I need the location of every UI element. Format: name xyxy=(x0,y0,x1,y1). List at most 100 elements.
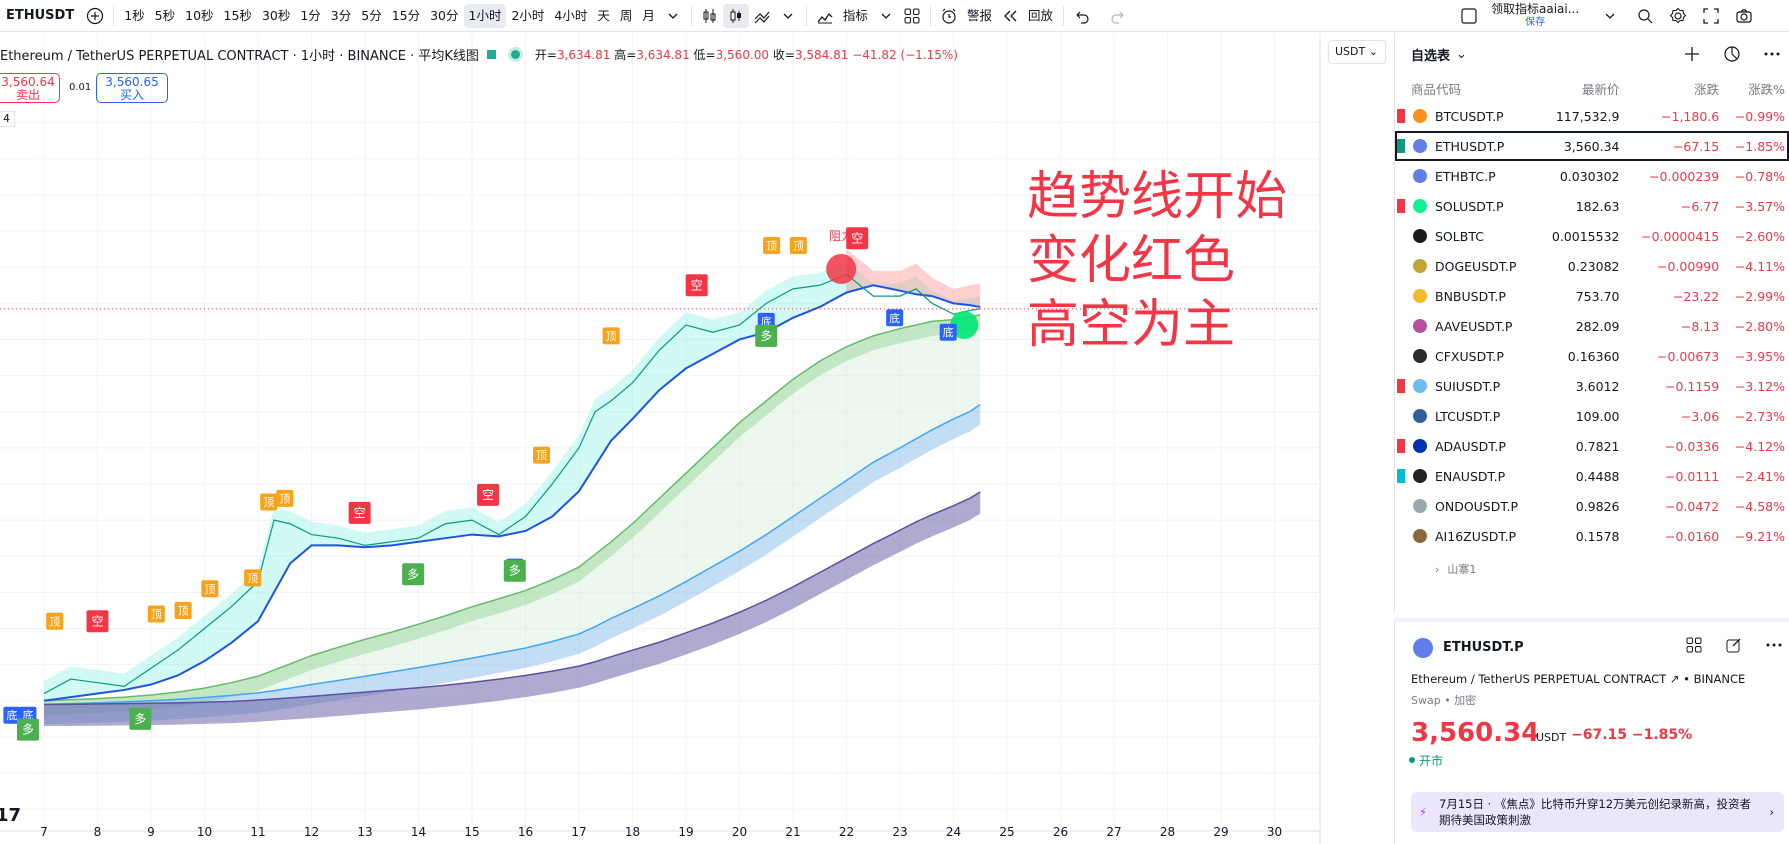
interval-button[interactable]: 5秒 xyxy=(150,4,180,28)
price-chart[interactable]: 阻力顶空顶顶顶顶顶顶空空顶顶空顶顶空底底多多多底多底多底底4,100.004,0… xyxy=(0,33,1323,844)
news-banner[interactable]: ⚡ 7月15日 · 《焦点》比特币升穿12万美元创纪录新高，投资者期待美国政策刺… xyxy=(1411,792,1784,832)
signal-marker-long[interactable]: 多 xyxy=(755,324,778,347)
chevron-right-icon[interactable]: › xyxy=(1435,563,1439,576)
signal-marker-top[interactable]: 顶 xyxy=(260,493,278,511)
interval-button[interactable]: 1秒 xyxy=(119,4,149,28)
signal-marker-short[interactable]: 空 xyxy=(348,501,371,524)
watchlist-row[interactable]: ONDOUSDT.P 0.9826 −0.0472 −4.58% xyxy=(1395,491,1789,521)
interval-button[interactable]: 10秒 xyxy=(180,4,218,28)
watchlist-row[interactable]: ETHUSDT.P 3,560.34 −67.15 −1.85% xyxy=(1395,131,1789,161)
indicators-icon[interactable] xyxy=(812,4,838,28)
signal-marker-top[interactable]: 顶 xyxy=(276,489,294,507)
signal-marker-top[interactable]: 顶 xyxy=(533,446,551,464)
replay-icon[interactable] xyxy=(997,4,1023,28)
fullscreen-icon[interactable] xyxy=(1698,4,1724,28)
sell-button[interactable]: 3,560.64 卖出 xyxy=(0,73,60,103)
watchlist-row[interactable]: LTCUSDT.P 109.00 −3.06 −2.73% xyxy=(1395,401,1789,431)
legend-title[interactable]: Ethereum / TetherUS PERPETUAL CONTRACT ·… xyxy=(0,45,479,64)
interval-button[interactable]: 15分 xyxy=(387,4,425,28)
signal-marker-top[interactable]: 顶 xyxy=(46,612,64,630)
signal-marker-short[interactable]: 空 xyxy=(86,610,109,633)
alert-icon[interactable] xyxy=(936,4,962,28)
interval-button[interactable]: 15秒 xyxy=(219,4,257,28)
add-symbol-icon[interactable] xyxy=(82,4,108,28)
interval-button[interactable]: 30秒 xyxy=(257,4,295,28)
watchlist-row[interactable]: DOGEUSDT.P 0.23082 −0.00990 −4.11% xyxy=(1395,251,1789,281)
currency-select[interactable]: USDT ⌄ xyxy=(1328,40,1386,64)
watchlist-row[interactable]: ETHBTC.P 0.030302 −0.000239 −0.78% xyxy=(1395,161,1789,191)
detail-symbol[interactable]: ETHUSDT.P xyxy=(1443,640,1524,655)
layouts-icon[interactable] xyxy=(899,4,925,28)
flag-icon[interactable] xyxy=(1397,109,1405,123)
chevron-down-icon[interactable] xyxy=(1597,4,1623,28)
more-icon[interactable] xyxy=(1763,45,1781,67)
col-last[interactable]: 最新价 xyxy=(1525,79,1620,98)
chevron-down-icon[interactable] xyxy=(660,4,686,28)
interval-button[interactable]: 4小时 xyxy=(549,4,592,28)
interval-button[interactable]: 2小时 xyxy=(506,4,549,28)
watchlist-group[interactable]: › 山寨1 xyxy=(1395,551,1789,587)
layouts-icon[interactable] xyxy=(1685,636,1703,658)
watchlist-row[interactable]: CFXUSDT.P 0.16360 −0.00673 −3.95% xyxy=(1395,341,1789,371)
interval-button[interactable]: 5分 xyxy=(356,4,386,28)
line-chart-type-icon[interactable] xyxy=(749,4,775,28)
signal-marker-bottom[interactable]: 底 xyxy=(886,309,904,327)
replay-button[interactable]: 回放 xyxy=(1023,4,1058,28)
chevron-down-icon[interactable] xyxy=(775,4,801,28)
signal-marker-top[interactable]: 顶 xyxy=(147,605,165,623)
flag-icon[interactable] xyxy=(1397,469,1405,483)
candle-chart-type-icon[interactable] xyxy=(722,3,749,28)
watchlist-row[interactable]: ENAUSDT.P 0.4488 −0.0111 −2.41% xyxy=(1395,461,1789,491)
indicators-button[interactable]: 指标 xyxy=(838,4,873,28)
interval-button[interactable]: 30分 xyxy=(425,4,463,28)
bar-chart-type-icon[interactable] xyxy=(697,4,723,28)
watchlist-row[interactable]: BTCUSDT.P 117,532.9 −1,180.6 −0.99% xyxy=(1395,101,1789,131)
flag-icon[interactable] xyxy=(1397,439,1405,453)
promo-save-box[interactable]: 领取指标aaiai... 保存 xyxy=(1491,2,1579,30)
signal-marker-top[interactable]: 顶 xyxy=(201,580,219,598)
col-symbol[interactable]: 商品代码 xyxy=(1395,79,1525,98)
watchlist-row[interactable]: ADAUSDT.P 0.7821 −0.0336 −4.12% xyxy=(1395,431,1789,461)
settings-icon[interactable] xyxy=(1665,4,1691,28)
signal-marker-long[interactable]: 多 xyxy=(503,559,526,582)
signal-marker-short[interactable]: 空 xyxy=(685,274,708,297)
watchlist-row[interactable]: AI16ZUSDT.P 0.1578 −0.0160 −9.21% xyxy=(1395,521,1789,551)
more-icon[interactable] xyxy=(1765,636,1783,658)
signal-marker-bottom[interactable]: 底 xyxy=(939,323,957,341)
signal-marker-short[interactable]: 空 xyxy=(477,483,500,506)
signal-marker-long[interactable]: 多 xyxy=(402,563,425,586)
signal-marker-top[interactable]: 顶 xyxy=(244,569,262,587)
flag-icon[interactable] xyxy=(1397,139,1405,153)
interval-button[interactable]: 天 xyxy=(592,4,615,28)
signal-marker-top[interactable]: 顶 xyxy=(602,327,620,345)
watchlist-row[interactable]: AAVEUSDT.P 282.09 −8.13 −2.80% xyxy=(1395,311,1789,341)
interval-button[interactable]: 1分 xyxy=(295,4,325,28)
signal-marker-top[interactable]: 顶 xyxy=(789,237,807,255)
add-symbol-icon[interactable] xyxy=(1683,45,1701,67)
watchlist-row[interactable]: SUIUSDT.P 3.6012 −0.1159 −3.12% xyxy=(1395,371,1789,401)
buy-button[interactable]: 3,560.65 买入 xyxy=(96,73,168,103)
signal-marker-short[interactable]: 空 xyxy=(846,227,869,250)
watchlist-row[interactable]: SOLUSDT.P 182.63 −6.77 −3.57% xyxy=(1395,191,1789,221)
signal-marker-long[interactable]: 多 xyxy=(16,718,39,741)
chevron-down-icon[interactable]: ⌄ xyxy=(1456,47,1467,62)
flag-icon[interactable] xyxy=(1397,379,1405,393)
tradingview-logo[interactable]: 17 xyxy=(0,805,21,826)
interval-button[interactable]: 1小时 xyxy=(463,3,507,28)
signal-marker-top[interactable]: 顶 xyxy=(763,237,781,255)
undo-icon[interactable] xyxy=(1069,4,1095,28)
interval-button[interactable]: 3分 xyxy=(326,4,356,28)
watchlist-title[interactable]: 自选表 xyxy=(1411,45,1450,64)
trend-annotation[interactable]: 趋势线开始 变化红色 高空为主 xyxy=(1027,165,1287,357)
signal-marker-long[interactable]: 多 xyxy=(129,707,152,730)
visibility-icon[interactable] xyxy=(486,50,496,59)
advanced-view-icon[interactable] xyxy=(1723,45,1741,67)
redo-icon[interactable] xyxy=(1105,4,1131,28)
col-change[interactable]: 涨跌 xyxy=(1619,79,1719,98)
checkbox-icon[interactable] xyxy=(1456,4,1482,28)
chevron-down-icon[interactable] xyxy=(873,4,899,28)
watchlist-row[interactable]: BNBUSDT.P 753.70 −23.22 −2.99% xyxy=(1395,281,1789,311)
col-change-pct[interactable]: 涨跌% xyxy=(1719,79,1789,98)
interval-button[interactable]: 月 xyxy=(637,4,660,28)
line-count-badge[interactable]: 4 xyxy=(0,111,15,127)
